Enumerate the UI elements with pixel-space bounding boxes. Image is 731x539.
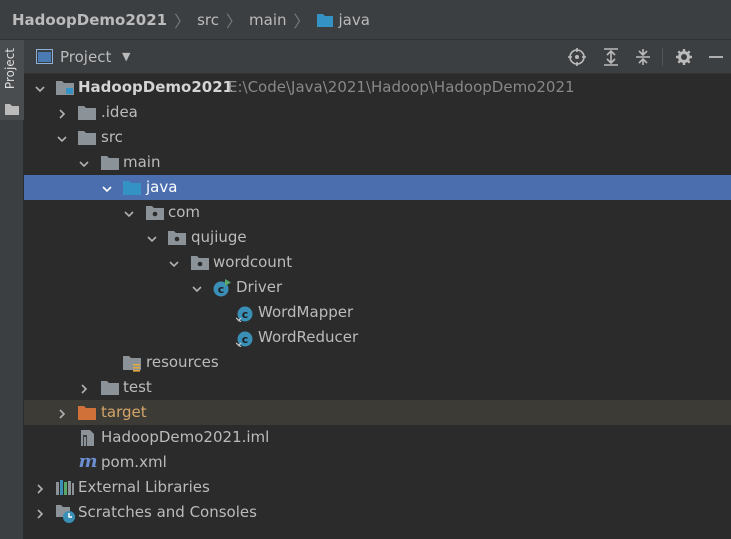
breadcrumb: HadoopDemo2021 〉 src 〉 main 〉 java: [0, 0, 731, 40]
package-icon: [168, 229, 186, 249]
node-label: External Libraries: [78, 478, 210, 496]
folder-icon: [5, 100, 19, 119]
tree-node-wordcount[interactable]: wordcount: [24, 250, 731, 275]
panel-title[interactable]: Project: [60, 48, 111, 66]
chevron-down-icon[interactable]: [34, 81, 46, 93]
node-label: Scratches and Consoles: [78, 503, 257, 521]
node-label: wordcount: [213, 253, 293, 271]
chevron-down-icon[interactable]: [78, 156, 90, 168]
library-icon: [56, 479, 74, 499]
chevron-right-icon[interactable]: [56, 106, 68, 119]
class-icon: c: [235, 304, 254, 326]
package-icon: [146, 204, 164, 224]
excluded-folder-icon: [78, 404, 96, 424]
node-label: main: [123, 153, 161, 171]
svg-text:c: c: [242, 308, 249, 321]
tree-node-wordreducer[interactable]: c WordReducer: [24, 325, 731, 350]
chevron-down-icon[interactable]: [101, 181, 113, 193]
tree-node-root[interactable]: HadoopDemo2021 E:\Code\Java\2021\Hadoop\…: [24, 75, 731, 100]
breadcrumb-project[interactable]: HadoopDemo2021: [12, 11, 167, 29]
chevron-down-icon[interactable]: [168, 256, 180, 268]
source-folder-icon: [123, 179, 141, 199]
tree-node-idea[interactable]: .idea: [24, 100, 731, 125]
svg-text:c: c: [218, 283, 225, 296]
node-label: target: [101, 403, 147, 421]
locate-icon[interactable]: [568, 48, 586, 66]
node-label: com: [168, 203, 201, 221]
runnable-class-icon: c: [213, 279, 231, 301]
node-label: resources: [146, 353, 219, 371]
node-label: pom.xml: [101, 453, 167, 471]
folder-icon: [101, 379, 119, 399]
resources-folder-icon: [123, 354, 141, 376]
tree-node-main[interactable]: main: [24, 150, 731, 175]
tree-node-target[interactable]: target: [24, 400, 731, 425]
module-file-icon: [80, 429, 96, 451]
tree-node-driver[interactable]: c Driver: [24, 275, 731, 300]
project-panel-header: Project ▼: [24, 40, 731, 74]
breadcrumb-java[interactable]: java: [339, 11, 370, 29]
tree-node-pom[interactable]: m pom.xml: [24, 450, 731, 475]
chevron-right-icon[interactable]: [56, 406, 68, 419]
svg-text:m: m: [78, 451, 97, 471]
tree-node-com[interactable]: com: [24, 200, 731, 225]
collapse-all-icon[interactable]: [634, 48, 652, 66]
node-label: src: [101, 128, 123, 146]
gear-icon[interactable]: [675, 48, 693, 66]
project-tab-label: Project: [3, 48, 17, 90]
chevron-down-icon[interactable]: [191, 281, 203, 293]
chevron-right-icon[interactable]: [34, 481, 46, 494]
node-label: WordReducer: [258, 328, 359, 346]
project-tool-tab[interactable]: Project: [0, 40, 24, 120]
module-folder-icon: [56, 79, 74, 99]
expand-all-icon[interactable]: [602, 48, 620, 66]
root-name: HadoopDemo2021: [78, 78, 234, 96]
tree-node-test[interactable]: test: [24, 375, 731, 400]
scratches-icon: [56, 504, 76, 528]
tool-window-stripe: Project: [0, 40, 24, 539]
chevron-down-icon[interactable]: ▼: [122, 50, 130, 63]
folder-icon: [316, 13, 333, 27]
chevron-right-icon[interactable]: [34, 506, 46, 519]
project-view-icon: [36, 49, 53, 68]
breadcrumb-src[interactable]: src: [197, 11, 219, 29]
tree-node-qujiuge[interactable]: qujiuge: [24, 225, 731, 250]
tree-node-external-libraries[interactable]: External Libraries: [24, 475, 731, 500]
chevron-right-icon[interactable]: [78, 381, 90, 394]
node-label: java: [146, 178, 178, 196]
breadcrumb-separator: 〉: [174, 11, 191, 31]
tree-node-java[interactable]: java: [24, 175, 731, 200]
breadcrumb-separator: 〉: [226, 11, 243, 31]
class-icon: c: [235, 329, 254, 351]
svg-text:c: c: [242, 333, 249, 346]
toolbar-separator: [662, 48, 663, 66]
tree-node-wordmapper[interactable]: c WordMapper: [24, 300, 731, 325]
breadcrumb-separator: 〉: [293, 11, 310, 31]
node-label: HadoopDemo2021.iml: [101, 428, 270, 446]
folder-icon: [101, 154, 119, 174]
maven-icon: m: [78, 451, 98, 475]
node-label: test: [123, 378, 152, 396]
folder-icon: [78, 104, 96, 124]
root-path: E:\Code\Java\2021\Hadoop\HadoopDemo2021: [228, 78, 575, 96]
folder-icon: [78, 129, 96, 149]
node-label: WordMapper: [258, 303, 354, 321]
breadcrumb-main[interactable]: main: [249, 11, 286, 29]
node-label: qujiuge: [191, 228, 247, 246]
tree-node-src[interactable]: src: [24, 125, 731, 150]
tree-node-iml[interactable]: HadoopDemo2021.iml: [24, 425, 731, 450]
package-icon: [191, 254, 209, 274]
minimize-icon[interactable]: [707, 48, 725, 66]
node-label: Driver: [236, 278, 283, 296]
node-label: .idea: [101, 103, 138, 121]
chevron-down-icon[interactable]: [123, 206, 135, 218]
chevron-down-icon[interactable]: [146, 231, 158, 243]
chevron-down-icon[interactable]: [56, 131, 68, 143]
tree-node-scratches[interactable]: Scratches and Consoles: [24, 500, 731, 525]
tree-node-resources[interactable]: resources: [24, 350, 731, 375]
